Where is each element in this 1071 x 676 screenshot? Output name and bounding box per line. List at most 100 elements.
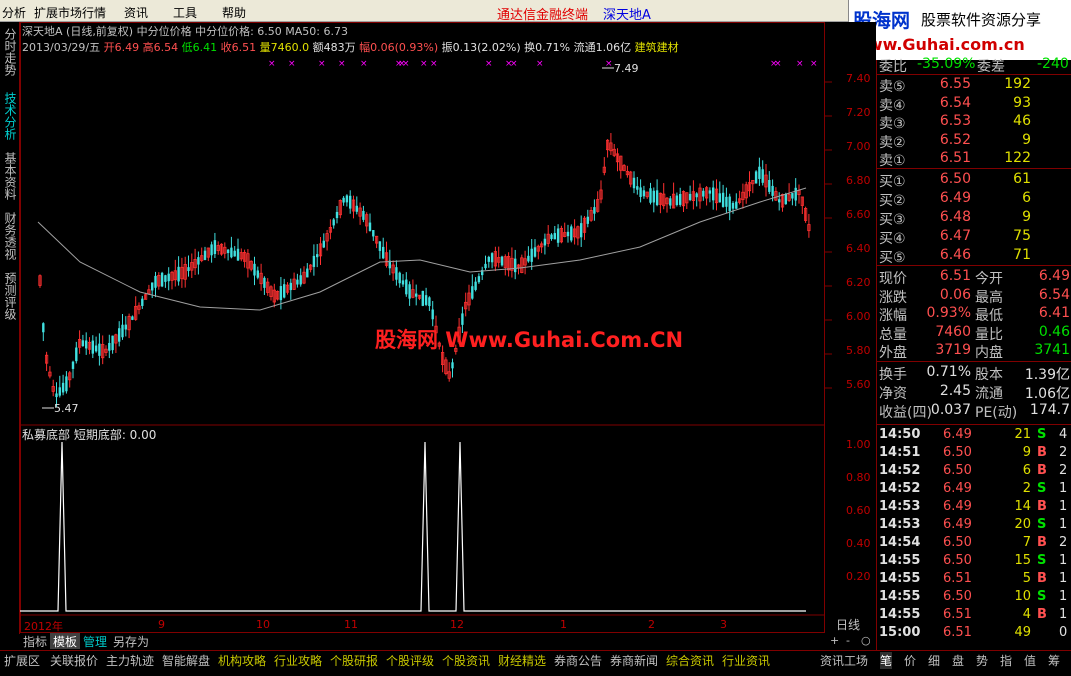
status-main-track[interactable]: 主力轨迹 <box>106 652 154 669</box>
candle-body <box>124 324 127 330</box>
right-tab[interactable]: 值 <box>1024 652 1036 669</box>
status-industry-news[interactable]: 行业资讯 <box>722 652 770 669</box>
tick-side: B <box>1037 571 1047 586</box>
stat-label: 现价 <box>879 271 907 287</box>
price-tick: 6.40 <box>846 242 871 255</box>
tab-template[interactable]: 模板 <box>50 633 81 649</box>
right-tab[interactable]: 细 <box>928 652 940 669</box>
period-daily-label[interactable]: 日线 <box>836 616 860 633</box>
tick-time: 14:55 <box>879 589 921 604</box>
sell-row[interactable]: 卖① 6.51 122 <box>877 150 1071 169</box>
status-smart-analysis[interactable]: 智能解盘 <box>162 652 210 669</box>
status-general-news[interactable]: 综合资讯 <box>666 652 714 669</box>
sell-row[interactable]: 卖③ 6.53 46 <box>877 113 1071 132</box>
status-stock-rating[interactable]: 个股评级 <box>386 652 434 669</box>
candle-body <box>794 187 797 201</box>
tick-side: B <box>1037 463 1047 478</box>
chart-header-ohlc: 2013/03/29/五 开6.49 高6.54 低6.41 收6.51 量74… <box>22 39 679 55</box>
tick-row: 14:55 6.50 10 S 1 <box>877 589 1071 607</box>
candle-body <box>642 190 646 197</box>
weibi-label: 委比 <box>879 59 907 75</box>
right-tab[interactable]: 笔 <box>880 652 893 669</box>
candle-body <box>91 340 94 354</box>
tick-volume: 20 <box>1014 517 1031 532</box>
tick-volume: 49 <box>1014 625 1031 640</box>
tick-volume: 6 <box>1022 463 1031 478</box>
status-news-workshop[interactable]: 资讯工场 <box>820 652 868 669</box>
sell-row[interactable]: 卖② 6.52 9 <box>877 132 1071 151</box>
tab-ratings[interactable]: 预测评级 <box>2 272 19 320</box>
candle-body <box>395 267 398 280</box>
zoom-reset-button[interactable]: ○ <box>861 634 871 647</box>
tick-row: 14:53 6.49 20 S 1 <box>877 517 1071 535</box>
right-tab[interactable]: 势 <box>976 652 988 669</box>
tab-fundamentals[interactable]: 基本资料 <box>2 152 19 200</box>
status-stock-news[interactable]: 个股资讯 <box>442 652 490 669</box>
status-industry-strategy[interactable]: 行业攻略 <box>274 652 322 669</box>
menu-extended-market[interactable]: 扩展市场行情 <box>34 4 106 21</box>
sell-row[interactable]: 卖⑤ 6.55 192 <box>877 76 1071 95</box>
candle-body <box>332 219 335 226</box>
status-related-quotes[interactable]: 关联报价 <box>50 652 98 669</box>
buy-row[interactable]: 买② 6.49 6 <box>877 190 1071 209</box>
buy-row[interactable]: 买③ 6.48 9 <box>877 209 1071 228</box>
candle-body <box>712 187 715 201</box>
stat-label: 内盘 <box>975 345 1003 361</box>
tick-price: 6.51 <box>943 571 972 586</box>
tab-indicator[interactable]: 指标 <box>20 633 50 649</box>
tab-manage[interactable]: 管理 <box>80 633 110 649</box>
tab-technical[interactable]: 技术分析 <box>2 92 19 140</box>
status-finance-picks[interactable]: 财经精选 <box>498 652 546 669</box>
right-tab[interactable]: 筹 <box>1048 652 1060 669</box>
tick-time: 14:55 <box>879 553 921 568</box>
buy-row[interactable]: 买④ 6.47 75 <box>877 228 1071 247</box>
zoom-out-button[interactable]: - <box>846 634 850 647</box>
right-tab[interactable]: 价 <box>904 652 916 669</box>
status-broker-news[interactable]: 券商新闻 <box>610 652 658 669</box>
buy-row[interactable]: 买① 6.50 61 <box>877 171 1071 190</box>
candle-body <box>283 284 286 298</box>
right-tab[interactable]: 盘 <box>952 652 964 669</box>
signal-marker: × <box>288 59 296 69</box>
tick-row: 14:55 6.50 15 S 1 <box>877 553 1071 571</box>
tab-intraday[interactable]: 分时走势 <box>2 28 19 76</box>
menu-help[interactable]: 帮助 <box>222 4 246 21</box>
fin-label: 换手 <box>879 367 907 383</box>
sell-row[interactable]: 卖④ 6.54 93 <box>877 95 1071 114</box>
menu-analysis[interactable]: 分析 <box>2 4 26 21</box>
price-tick: 5.60 <box>846 378 871 391</box>
status-broker-notice[interactable]: 券商公告 <box>554 652 602 669</box>
stat-value: 0.06 <box>939 286 971 303</box>
right-tab[interactable]: 指 <box>1000 652 1012 669</box>
candle-body <box>754 171 758 184</box>
buy-row[interactable]: 买⑤ 6.46 71 <box>877 247 1071 266</box>
menu-tools[interactable]: 工具 <box>173 4 197 21</box>
candle-body <box>312 255 316 267</box>
fin-row: 换手 0.71% 股本 1.39亿 <box>877 364 1071 383</box>
tick-count: 1 <box>1059 607 1068 622</box>
candle-body <box>424 295 428 305</box>
status-inst-strategy[interactable]: 机构攻略 <box>218 652 266 669</box>
stat-value: 0.46 <box>1038 323 1070 340</box>
candle-body <box>477 276 481 283</box>
tab-financials[interactable]: 财务透视 <box>2 212 19 260</box>
candle-body <box>160 272 164 287</box>
status-ext-area[interactable]: 扩展区 <box>4 652 40 669</box>
candle-body <box>279 286 283 301</box>
candle-body <box>210 244 213 256</box>
weicha-label: 委差 <box>977 59 1005 75</box>
fin-label: 流通 <box>975 386 1003 402</box>
kline-chart[interactable]: × × × × × × × × × × × × × × × × × × × 深天地A (日线,前复权) 中分位价格 … <box>20 22 876 634</box>
signal-marker: × <box>536 59 544 69</box>
candle-body <box>735 201 738 209</box>
candle-body <box>636 186 639 190</box>
sell-level-label: 卖② <box>879 134 906 151</box>
zoom-in-button[interactable]: + <box>830 634 839 647</box>
tab-save-as[interactable]: 另存为 <box>110 633 152 649</box>
price-tick: 7.20 <box>846 106 871 119</box>
stat-label: 外盘 <box>879 345 907 361</box>
status-stock-research[interactable]: 个股研报 <box>330 652 378 669</box>
buy-level-label: 买④ <box>879 231 906 247</box>
buy-price: 6.47 <box>939 228 971 244</box>
menu-news[interactable]: 资讯 <box>124 4 148 21</box>
